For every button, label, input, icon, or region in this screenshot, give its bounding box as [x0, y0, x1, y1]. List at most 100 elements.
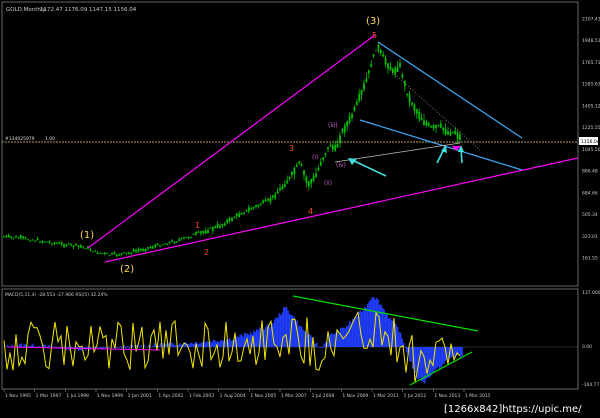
candle-body [262, 200, 265, 203]
time-axis-tick: 1 Feb 2003 [189, 393, 214, 399]
candle-body [139, 248, 142, 251]
macd-bar [280, 314, 282, 347]
macd-bar [179, 343, 181, 347]
macd-bar [353, 319, 355, 347]
candle-body [5, 235, 8, 238]
candle-body [156, 243, 159, 245]
candle-body [65, 244, 68, 247]
candle-body [235, 213, 238, 217]
candle-body [307, 181, 310, 187]
macd-bar [241, 334, 243, 347]
dotted-trendline[interactable] [389, 69, 481, 151]
candle-body [283, 183, 286, 188]
candle-body [413, 104, 416, 111]
time-axis-tick: 1 Mar 2015 [465, 393, 491, 399]
candle-body [360, 89, 363, 95]
macd-bar [458, 347, 460, 354]
macd-bar [214, 340, 216, 347]
candle-body [103, 252, 106, 254]
candle-body [399, 62, 401, 68]
candle-body [276, 191, 279, 194]
candle-body [274, 194, 277, 199]
macd-bar [316, 342, 318, 347]
candle-body [363, 83, 365, 90]
minor-wave-ii: (ii) [324, 180, 332, 187]
candle-body [451, 131, 454, 133]
candle-body [60, 242, 63, 245]
candle-body [19, 235, 22, 239]
candle-body [29, 240, 32, 242]
candle-body [339, 135, 341, 144]
candle-body [300, 164, 303, 167]
macd-bar [349, 321, 351, 347]
candle-body [120, 253, 123, 255]
candle-body [190, 236, 193, 238]
candle-body [91, 251, 94, 253]
blue-upper-channel-line[interactable] [377, 41, 523, 139]
candle-body [132, 249, 135, 252]
subwave-label-5: 5 [372, 31, 377, 40]
candle-body [22, 236, 25, 239]
candle-body [240, 213, 243, 216]
macd-bar [49, 344, 51, 347]
macd-bar [197, 343, 199, 347]
candle-body [449, 132, 452, 136]
candle-body [389, 66, 392, 71]
macd-bar [332, 334, 334, 347]
candle-body [267, 198, 269, 201]
candle-body [394, 67, 397, 74]
candle-body [288, 176, 291, 179]
candle-body [233, 217, 236, 219]
candle-body [295, 164, 298, 167]
level-line-label-2: 1.00 [45, 136, 55, 142]
candle-body [255, 205, 257, 207]
macd-bar [104, 347, 106, 349]
candle-body [358, 93, 361, 102]
candle-body [175, 241, 178, 243]
candle-body [379, 49, 382, 54]
time-axis-tick: 1 Jan 2001 [128, 393, 152, 399]
candle-body [221, 223, 224, 226]
candle-body [82, 246, 85, 248]
candle-body [257, 204, 260, 207]
candle-body [355, 101, 358, 106]
macd-bar [125, 347, 127, 349]
macd-bar [218, 341, 220, 347]
candle-body [195, 232, 197, 235]
macd-bar [442, 347, 444, 365]
macd-bar [221, 340, 223, 347]
candle-body [163, 243, 166, 245]
candle-body [147, 247, 149, 249]
candle-body [427, 123, 430, 126]
macd-bar [277, 318, 279, 347]
candle-body [209, 227, 212, 229]
macd-bar [422, 347, 424, 382]
time-axis-tick: 1 Nov 2009 [342, 393, 368, 399]
macd-bar [170, 342, 172, 347]
macd-bar [347, 325, 349, 347]
candle-body [204, 230, 207, 234]
macd-bar [314, 343, 316, 347]
candle-body [113, 252, 116, 255]
macd-bar [397, 326, 399, 347]
candle-body [228, 217, 231, 221]
macd-bar [230, 340, 232, 347]
candle-body [34, 240, 37, 242]
candle-body [456, 132, 459, 140]
macd-bar [127, 346, 129, 347]
macd-bar [338, 332, 340, 347]
candle-body [7, 234, 10, 238]
candle-body [10, 236, 13, 238]
macd-bar [454, 347, 456, 358]
macd-bar [376, 298, 378, 347]
candle-body [303, 170, 305, 176]
macd-bar [47, 345, 49, 347]
macd-bar [28, 346, 30, 347]
candle-body [351, 113, 353, 118]
macd-bar [320, 347, 322, 348]
magenta-lower-trendline[interactable] [104, 157, 579, 263]
candle-body [231, 218, 233, 221]
cyan-arrow-2 [436, 145, 447, 164]
candle-body [151, 246, 154, 249]
candle-body [252, 206, 255, 209]
